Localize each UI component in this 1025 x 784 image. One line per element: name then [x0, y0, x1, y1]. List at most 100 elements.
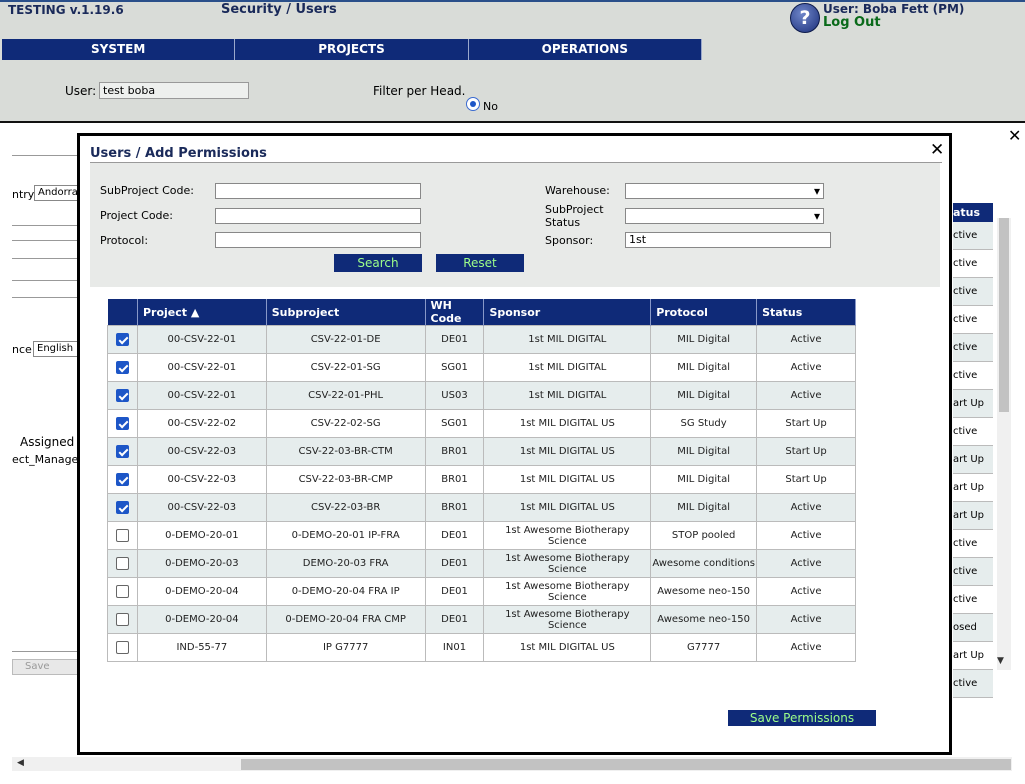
- row-checkbox[interactable]: [115, 501, 129, 514]
- status-header[interactable]: Status: [756, 299, 856, 326]
- subproject-status-label: SubProject: [545, 203, 604, 216]
- table-row[interactable]: 00-CSV-22-01 CSV-22-01-SG SG01 1st MIL DIGI…: [107, 353, 856, 382]
- menu-system[interactable]: SYSTEM: [2, 39, 236, 60]
- project-cell: 00-CSV-22-03: [136, 465, 267, 494]
- sponsor-cell: 1st MIL DIGITAL US: [483, 633, 652, 662]
- background-status-cell: ctive: [953, 250, 993, 278]
- background-status-cell: ctive: [953, 222, 993, 250]
- table-row[interactable]: 00-CSV-22-03 CSV-22-03-BR BR01 1st MIL DIGI…: [107, 493, 856, 522]
- project-cell: IND-55-77: [136, 633, 267, 662]
- table-row[interactable]: 00-CSV-22-01 CSV-22-01-DE DE01 1st MIL DIGI…: [107, 325, 856, 354]
- project-cell: 00-CSV-22-03: [136, 437, 267, 466]
- panel-close-icon[interactable]: ✕: [1008, 126, 1021, 145]
- scroll-left-icon[interactable]: ◀: [17, 758, 24, 768]
- background-status-cell: ctive: [953, 306, 993, 334]
- field-line: [12, 297, 78, 298]
- divider: [12, 155, 78, 156]
- protocol-cell: MIL Digital: [650, 353, 758, 382]
- add-permissions-modal: Users / Add Permissions ✕ SubProject Cod…: [77, 133, 952, 755]
- menu-operations[interactable]: OPERATIONS: [468, 39, 702, 60]
- row-checkbox[interactable]: [115, 473, 129, 486]
- row-checkbox[interactable]: [115, 613, 129, 626]
- project-cell: 00-CSV-22-02: [136, 409, 267, 438]
- table-row[interactable]: 00-CSV-22-01 CSV-22-01-PHL US03 1st MIL DIG…: [107, 381, 856, 410]
- table-row[interactable]: 00-CSV-22-03 CSV-22-03-BR-CMP BR01 1st MIL …: [107, 465, 856, 494]
- country-label: ntry: [12, 188, 35, 201]
- row-checkbox[interactable]: [115, 361, 129, 374]
- subproject-status-select[interactable]: [625, 208, 824, 224]
- background-status-cell: ctive: [953, 334, 993, 362]
- row-checkbox[interactable]: [115, 333, 129, 346]
- logout-link[interactable]: Log Out: [823, 15, 881, 30]
- subproject-cell: 0-DEMO-20-04 FRA IP: [265, 577, 426, 606]
- protocol-cell: MIL Digital: [650, 493, 758, 522]
- table-row[interactable]: 0-DEMO-20-03 DEMO-20-03 FRA DE01 1st Awesom…: [107, 549, 856, 578]
- row-select-cell: [107, 577, 138, 606]
- horizontal-scroll-thumb[interactable]: [241, 759, 1011, 770]
- table-row[interactable]: 0-DEMO-20-04 0-DEMO-20-04 FRA IP DE01 1st A…: [107, 577, 856, 606]
- save-permissions-button[interactable]: Save Permissions: [728, 710, 876, 726]
- status-cell: Active: [756, 353, 856, 382]
- save-button[interactable]: Save: [12, 659, 78, 675]
- project-code-label: Project Code:: [100, 209, 173, 222]
- background-status-cell: ctive: [953, 418, 993, 446]
- row-select-cell: [107, 353, 138, 382]
- status-cell: Active: [756, 325, 856, 354]
- subproject-header[interactable]: Subproject: [266, 299, 426, 326]
- wh-code-cell: BR01: [424, 437, 485, 466]
- search-button[interactable]: Search: [334, 254, 422, 272]
- field-line: [12, 240, 78, 241]
- modal-title: Users / Add Permissions: [90, 146, 267, 161]
- vertical-scroll-thumb[interactable]: [999, 218, 1009, 412]
- warehouse-select[interactable]: [625, 183, 824, 199]
- subproject-cell: CSV-22-03-BR-CTM: [265, 437, 426, 466]
- subproject-cell: CSV-22-01-DE: [265, 325, 426, 354]
- sponsor-cell: 1st MIL DIGITAL: [483, 381, 652, 410]
- permissions-table: Project ▲ Subproject WH Code Sponsor Pro…: [107, 299, 856, 662]
- wh-code-cell: US03: [424, 381, 485, 410]
- row-checkbox[interactable]: [115, 585, 129, 598]
- table-row[interactable]: 00-CSV-22-02 CSV-22-02-SG SG01 1st MIL DIGI…: [107, 409, 856, 438]
- row-checkbox[interactable]: [115, 389, 129, 402]
- sponsor-cell: 1st MIL DIGITAL US: [483, 409, 652, 438]
- sponsor-cell: 1st MIL DIGITAL: [483, 325, 652, 354]
- help-icon[interactable]: ?: [790, 3, 820, 33]
- wh-code-cell: DE01: [424, 325, 485, 354]
- warehouse-label: Warehouse:: [545, 184, 610, 197]
- country-select[interactable]: Andorra: [34, 185, 78, 201]
- sponsor-header[interactable]: Sponsor: [483, 299, 652, 326]
- current-user: User: Boba Fett (PM): [823, 2, 965, 16]
- wh-code-cell: IN01: [424, 633, 485, 662]
- project-header[interactable]: Project ▲: [137, 299, 267, 326]
- table-row[interactable]: IND-55-77 IP G7777 IN01 1st MIL DIGITAL US G…: [107, 633, 856, 662]
- language-select[interactable]: English: [33, 341, 78, 357]
- row-checkbox[interactable]: [115, 417, 129, 430]
- protocol-header[interactable]: Protocol: [650, 299, 758, 326]
- subproject-code-input[interactable]: [215, 183, 421, 199]
- project-cell: 0-DEMO-20-01: [136, 521, 267, 550]
- row-checkbox[interactable]: [115, 641, 129, 654]
- row-checkbox[interactable]: [115, 529, 129, 542]
- sponsor-cell: 1st MIL DIGITAL US: [483, 437, 652, 466]
- radio-no[interactable]: [466, 97, 480, 111]
- protocol-input[interactable]: [215, 232, 421, 248]
- app-version: TESTING v.1.19.6: [8, 3, 124, 17]
- close-icon[interactable]: ✕: [930, 140, 944, 160]
- sponsor-input[interactable]: 1st: [625, 232, 831, 248]
- table-header: Project ▲ Subproject WH Code Sponsor Pro…: [107, 299, 856, 326]
- wh-code-cell: DE01: [424, 521, 485, 550]
- table-row[interactable]: 00-CSV-22-03 CSV-22-03-BR-CTM BR01 1st MIL …: [107, 437, 856, 466]
- reset-button[interactable]: Reset: [436, 254, 524, 272]
- scroll-down-icon[interactable]: ▼: [997, 656, 1004, 666]
- assigned-label: Assigned P: [20, 435, 86, 449]
- row-checkbox[interactable]: [115, 557, 129, 570]
- wh-code-header[interactable]: WH Code: [425, 299, 485, 326]
- project-code-input[interactable]: [215, 208, 421, 224]
- table-row[interactable]: 0-DEMO-20-01 0-DEMO-20-01 IP-FRA DE01 1st A…: [107, 521, 856, 550]
- subproject-cell: CSV-22-01-SG: [265, 353, 426, 382]
- menu-projects[interactable]: PROJECTS: [235, 39, 469, 60]
- row-checkbox[interactable]: [115, 445, 129, 458]
- user-field[interactable]: test boba: [99, 82, 249, 99]
- protocol-cell: MIL Digital: [650, 381, 758, 410]
- table-row[interactable]: 0-DEMO-20-04 0-DEMO-20-04 FRA CMP DE01 1st …: [107, 605, 856, 634]
